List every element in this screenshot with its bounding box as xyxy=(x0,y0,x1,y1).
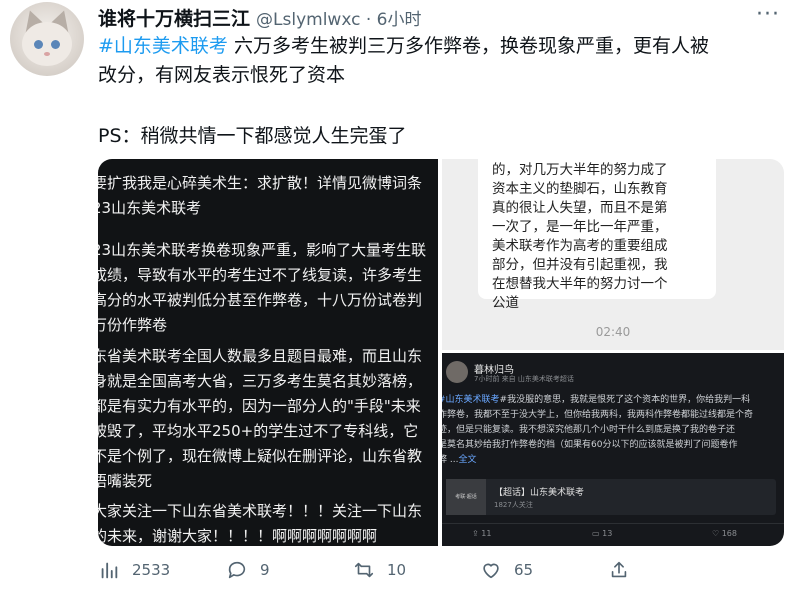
post-like-value: 168 xyxy=(721,529,737,538)
hashtag-link[interactable]: #山东美术联考 xyxy=(98,35,228,57)
cat-face xyxy=(22,22,72,66)
share-icon xyxy=(611,561,627,578)
post-text: #山东美术联考#我没服的意思，我就是恨死了这个资本的世界，你给我判一科 作弊卷，… xyxy=(442,393,784,468)
left-panel-line: 东省美术联考全国人数最多且题目最难，而且山东 xyxy=(98,347,423,365)
chat-bubble-line: 一次了，是一年比一年严重， xyxy=(492,219,668,235)
post-line2: 作弊卷，我都不至于没大学上，但你给我两科，我两科作弊卷都能过线都是个奇 xyxy=(442,410,754,420)
tweet-body: #山东美术联考 六万多考生被判三万多作弊卷，换卷现象严重，更有人被 改分，有网友… xyxy=(98,32,788,90)
post-line5: 弊 ... xyxy=(442,455,459,465)
media-image-post[interactable]: 暮林归鸟 7小时前 来自 山东美术联考超话 #山东美术联考#我没服的意思，我就是… xyxy=(442,353,784,546)
chat-time: 02:40 xyxy=(595,325,631,339)
post-actions: ⇪ 11 ▭ 13 ♡ 168 xyxy=(442,523,784,545)
author-avatar[interactable] xyxy=(10,2,84,76)
cat-eye-right xyxy=(51,40,60,49)
retweet-count: 10 xyxy=(387,561,407,579)
views-icon xyxy=(101,562,118,579)
post-meta: 7小时前 来自 山东美术联考超话 xyxy=(474,375,574,383)
post-full-text-link: 全文 xyxy=(458,455,477,465)
chat-bubble-line: 资本主义的垫脚石，山东教育 xyxy=(492,181,668,197)
chat-bubble-line: 真的很让人失望，而且不是第 xyxy=(492,200,668,216)
author-name[interactable]: 谁将十万横扫三江 xyxy=(98,4,250,31)
post-line1: #我没服的意思，我就是恨死了这个资本的世界，你给我判一科 xyxy=(499,395,751,405)
left-panel-line: 23山东美术联考换卷现象严重，影响了大量考生联 xyxy=(98,241,427,259)
post-share-count: ⇪ 11 xyxy=(472,529,492,538)
left-panel-line: 成绩，导致有水平的考生过不了线复读，许多考生 xyxy=(98,266,423,284)
left-panel-line: 身就是全国高考大省，三万多考生莫名其妙落榜， xyxy=(98,372,423,390)
post-hashtag: #山东美术联考 xyxy=(442,395,500,405)
tweet-text-line1: 六万多考生被判三万多作弊卷，换卷现象严重，更有人被 xyxy=(227,35,709,57)
card-thumbnail: 考联·超话 xyxy=(446,479,486,515)
media-image-chat[interactable]: 的，对几万大半年的努力成了 资本主义的垫脚石，山东教育 真的很让人失望，而且不是第一… xyxy=(442,159,784,350)
retweet-button[interactable]: 10 xyxy=(353,555,406,585)
chat-bubble-line: 在想替我大半年的努力讨一个 xyxy=(492,276,668,292)
heart-icon xyxy=(483,563,499,579)
reply-icon xyxy=(228,561,246,579)
post-avatar xyxy=(446,361,468,383)
supertopic-card: 考联·超话 【超话】山东美术联考 1827人关注 xyxy=(446,479,776,515)
chat-bubble-line: 美术联考作为高考的重要组成 xyxy=(492,238,668,254)
views-button[interactable]: 2533 xyxy=(98,555,170,585)
left-panel-line: 的未来，谢谢大家！！！！啊啊啊啊啊啊啊 xyxy=(98,527,378,545)
chat-bubble-line: 的，对几万大半年的努力成了 xyxy=(492,162,668,178)
share-button[interactable] xyxy=(608,555,642,585)
left-panel-line: 23山东美术联考 xyxy=(98,199,202,217)
reply-count: 9 xyxy=(260,561,270,579)
post-share-value: 11 xyxy=(481,529,492,538)
left-panel-line: 都是有实力有水平的，因为一部分人的"手段"未来 xyxy=(98,397,421,415)
tweet-header: 谁将十万横扫三江 @Lslymlwxc · 6小时 xyxy=(98,4,421,30)
tweet-text-line2: 改分，有网友表示恨死了资本 xyxy=(98,64,346,86)
left-panel-line: 被毁了，平均水平250+的学生过不了专科线，它 xyxy=(98,422,419,440)
media-grid: 要扩我我是心碎美术生：求扩散！详情见微博词条 23山东美术联考 23山东美术联考换卷… xyxy=(98,159,784,546)
chat-bubble-line: 公道 xyxy=(492,295,519,311)
chat-bubble-line: 部分，但并没有引起重视，我 xyxy=(492,257,668,273)
more-options-icon[interactable]: ··· xyxy=(756,2,780,27)
media-image-left[interactable]: 要扩我我是心碎美术生：求扩散！详情见微博词条 23山东美术联考 23山东美术联考换卷… xyxy=(98,159,438,546)
chat-bubble: 的，对几万大半年的努力成了 资本主义的垫脚石，山东教育 真的很让人失望，而且不是第一… xyxy=(478,159,716,311)
left-panel-line: 捂嘴装死 xyxy=(98,472,153,490)
reply-button[interactable]: 9 xyxy=(226,555,270,585)
views-count: 2533 xyxy=(132,561,171,579)
left-panel-line: 高分的水平被判低分甚至作弊卷，十八万份试卷判 xyxy=(98,291,423,309)
post-like-count: ♡ 168 xyxy=(712,529,737,538)
like-button[interactable]: 65 xyxy=(480,555,533,585)
post-comment-count: ▭ 13 xyxy=(592,529,613,538)
cat-eye-left xyxy=(34,40,43,49)
post-line4: 是莫名其妙给我打作弊卷的档（如果有60分以下的应该就是被判了问题卷作 xyxy=(442,440,738,450)
cat-nose xyxy=(44,52,50,56)
left-panel-line: 要扩我我是心碎美术生：求扩散！详情见微博词条 xyxy=(98,174,423,192)
left-panel-line: 不是个例了，现在微博上疑似在删评论，山东省教 xyxy=(98,447,423,465)
action-bar: 2533 9 10 65 xyxy=(98,555,718,585)
left-panel-line: 万份作弊卷 xyxy=(98,316,168,334)
like-count: 65 xyxy=(514,561,534,579)
author-handle-time[interactable]: @Lslymlwxc · 6小时 xyxy=(256,5,421,30)
card-title: 【超话】山东美术联考 xyxy=(494,488,585,498)
post-comment-value: 13 xyxy=(602,529,613,538)
tweet-ps: PS：稍微共情一下都感觉人生完蛋了 xyxy=(98,125,407,147)
post-line3: 迹，但是只能复读。我不想深究他那几个小时干什么到底是换了我的卷子还 xyxy=(442,425,736,435)
card-subtitle: 1827人关注 xyxy=(494,501,533,509)
left-panel-line: 大家关注一下山东省美术联考！！！关注一下山东 xyxy=(98,502,423,520)
retweet-icon xyxy=(354,562,374,578)
